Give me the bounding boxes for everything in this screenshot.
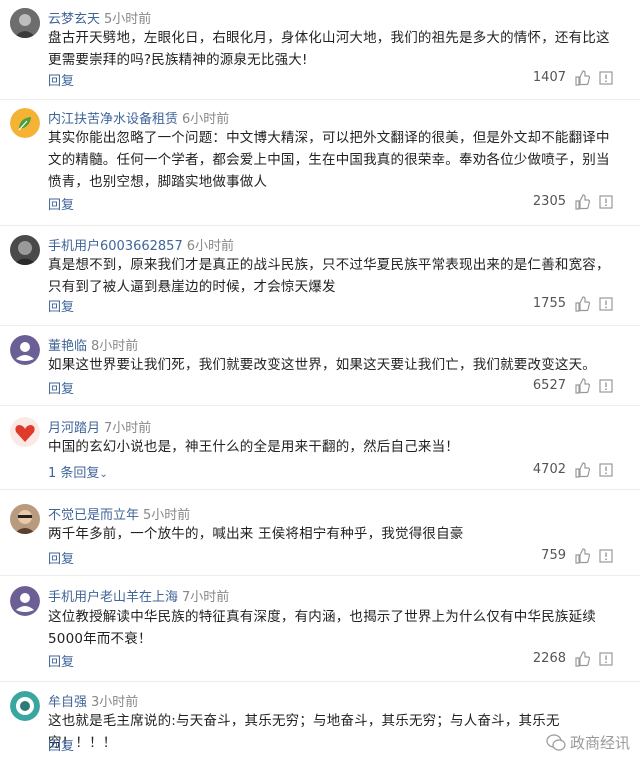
comment-item: 手机用户老山羊在上海 7小时前 这位教授解读中华民族的特征真有深度，有内涵，也揭示… bbox=[0, 576, 640, 682]
comment-username[interactable]: 内江扶苦净水设备租赁 bbox=[48, 112, 178, 127]
comment-text: 这位教授解读中华民族的特征真有深度，有内涵，也揭示了世界上为什么仅有中华民族延续… bbox=[48, 609, 596, 647]
comment-item: 内江扶苦净水设备租赁 6小时前 其实你能出忽略了一个问题：中文博大精深，可以把外文… bbox=[0, 100, 640, 226]
user-avatar[interactable] bbox=[10, 504, 40, 534]
reply-button[interactable]: 回复 bbox=[48, 651, 74, 670]
comment-time: 5小时前 bbox=[104, 12, 152, 27]
user-avatar[interactable] bbox=[10, 417, 40, 447]
reply-button[interactable]: 回复 bbox=[48, 735, 74, 754]
watermark-text: 政商经讯 bbox=[569, 734, 630, 752]
chevron-down-icon: ⌄ bbox=[99, 469, 108, 480]
user-avatar[interactable] bbox=[10, 108, 40, 138]
like-count: 2305 bbox=[532, 194, 566, 209]
comment-time: 5小时前 bbox=[143, 508, 191, 523]
like-count: 1407 bbox=[532, 70, 566, 85]
comment-text: 两千年多前，一个放牛的，喊出来 王侯将相宁有种乎，我觉得很自豪 bbox=[48, 526, 464, 542]
like-count: 2268 bbox=[532, 651, 566, 666]
watermark: 政商经讯 bbox=[546, 732, 630, 753]
reply-count-label: 1 条回复 bbox=[48, 466, 100, 481]
comment-text: 盘古开天劈地，左眼化日，右眼化月，身体化山河大地，我们的祖先是多大的情怀，还有比… bbox=[48, 30, 610, 68]
comment-time: 7小时前 bbox=[182, 590, 230, 605]
user-avatar[interactable] bbox=[10, 691, 40, 721]
like-count: 6527 bbox=[532, 378, 566, 393]
thumbs-up-icon[interactable] bbox=[574, 548, 590, 564]
report-icon[interactable] bbox=[598, 70, 614, 86]
thumbs-up-icon[interactable] bbox=[574, 70, 590, 86]
report-icon[interactable] bbox=[598, 296, 614, 312]
report-icon[interactable] bbox=[598, 378, 614, 394]
wechat-icon bbox=[546, 733, 566, 751]
thumbs-up-icon[interactable] bbox=[574, 462, 590, 478]
comment-time: 3小时前 bbox=[91, 695, 139, 710]
report-icon[interactable] bbox=[598, 548, 614, 564]
thumbs-up-icon[interactable] bbox=[574, 296, 590, 312]
reply-button[interactable]: 回复 bbox=[48, 378, 74, 397]
reply-button[interactable]: 回复 bbox=[48, 70, 74, 89]
comment-time: 6小时前 bbox=[182, 112, 230, 127]
thumbs-up-icon[interactable] bbox=[574, 378, 590, 394]
comment-item: 云梦玄天 5小时前 盘古开天劈地，左眼化日，右眼化月，身体化山河大地，我们的祖先是… bbox=[0, 0, 640, 100]
report-icon[interactable] bbox=[598, 194, 614, 210]
user-avatar[interactable] bbox=[10, 8, 40, 38]
like-count: 4702 bbox=[532, 462, 566, 477]
comment-text: 这也就是毛主席说的:与天奋斗，其乐无穷；与地奋斗，其乐无穷；与人奋斗，其乐无穷！… bbox=[48, 713, 560, 751]
comment-text: 中国的玄幻小说也是，神王什么的全是用来干翻的，然后自己来当！ bbox=[48, 439, 459, 455]
comment-username[interactable]: 手机用户老山羊在上海 bbox=[48, 590, 178, 605]
thumbs-up-icon[interactable] bbox=[574, 651, 590, 667]
comment-username[interactable]: 云梦玄天 bbox=[48, 12, 100, 27]
comment-text: 其实你能出忽略了一个问题：中文博大精深，可以把外文翻译的很美，但是外文却不能翻译… bbox=[48, 130, 610, 190]
report-icon[interactable] bbox=[598, 651, 614, 667]
view-replies-button[interactable]: 1 条回复⌄ bbox=[48, 462, 108, 481]
comment-text: 如果这世界要让我们死，我们就要改变这世界，如果这天要让我们亡，我们就要改变这天。 bbox=[48, 357, 596, 373]
comment-time: 6小时前 bbox=[186, 239, 234, 254]
comment-item: 月河踏月 7小时前 中国的玄幻小说也是，神王什么的全是用来干翻的，然后自己来当！ … bbox=[0, 406, 640, 490]
like-count: 759 bbox=[541, 548, 566, 563]
user-avatar[interactable] bbox=[10, 235, 40, 265]
reply-button[interactable]: 回复 bbox=[48, 548, 74, 567]
comment-item: 董艳临 8小时前 如果这世界要让我们死，我们就要改变这世界，如果这天要让我们亡，我… bbox=[0, 326, 640, 406]
comment-text: 真是想不到，原来我们才是真正的战斗民族，只不过华夏民族平常表现出来的是仁善和宽容… bbox=[48, 257, 610, 295]
report-icon[interactable] bbox=[598, 462, 614, 478]
like-count: 1755 bbox=[532, 296, 566, 311]
comment-username[interactable]: 不觉已是而立年 bbox=[48, 508, 139, 523]
comment-item: 不觉已是而立年 5小时前 两千年多前，一个放牛的，喊出来 王侯将相宁有种乎，我觉得… bbox=[0, 490, 640, 576]
reply-button[interactable]: 回复 bbox=[48, 194, 74, 213]
comment-time: 8小时前 bbox=[91, 339, 139, 354]
user-avatar[interactable] bbox=[10, 335, 40, 365]
comment-username[interactable]: 董艳临 bbox=[48, 339, 87, 354]
reply-button[interactable]: 回复 bbox=[48, 296, 74, 315]
comment-item: 手机用户6003662857 6小时前 真是想不到，原来我们才是真正的战斗民族，只… bbox=[0, 226, 640, 326]
comment-username[interactable]: 月河踏月 bbox=[48, 421, 100, 436]
comment-username[interactable]: 牟自强 bbox=[48, 695, 87, 710]
user-avatar[interactable] bbox=[10, 586, 40, 616]
comment-time: 7小时前 bbox=[104, 421, 152, 436]
thumbs-up-icon[interactable] bbox=[574, 194, 590, 210]
comment-username[interactable]: 手机用户6003662857 bbox=[48, 239, 183, 254]
comment-item: 牟自强 3小时前 这也就是毛主席说的:与天奋斗，其乐无穷；与地奋斗，其乐无穷；与人… bbox=[0, 682, 640, 767]
